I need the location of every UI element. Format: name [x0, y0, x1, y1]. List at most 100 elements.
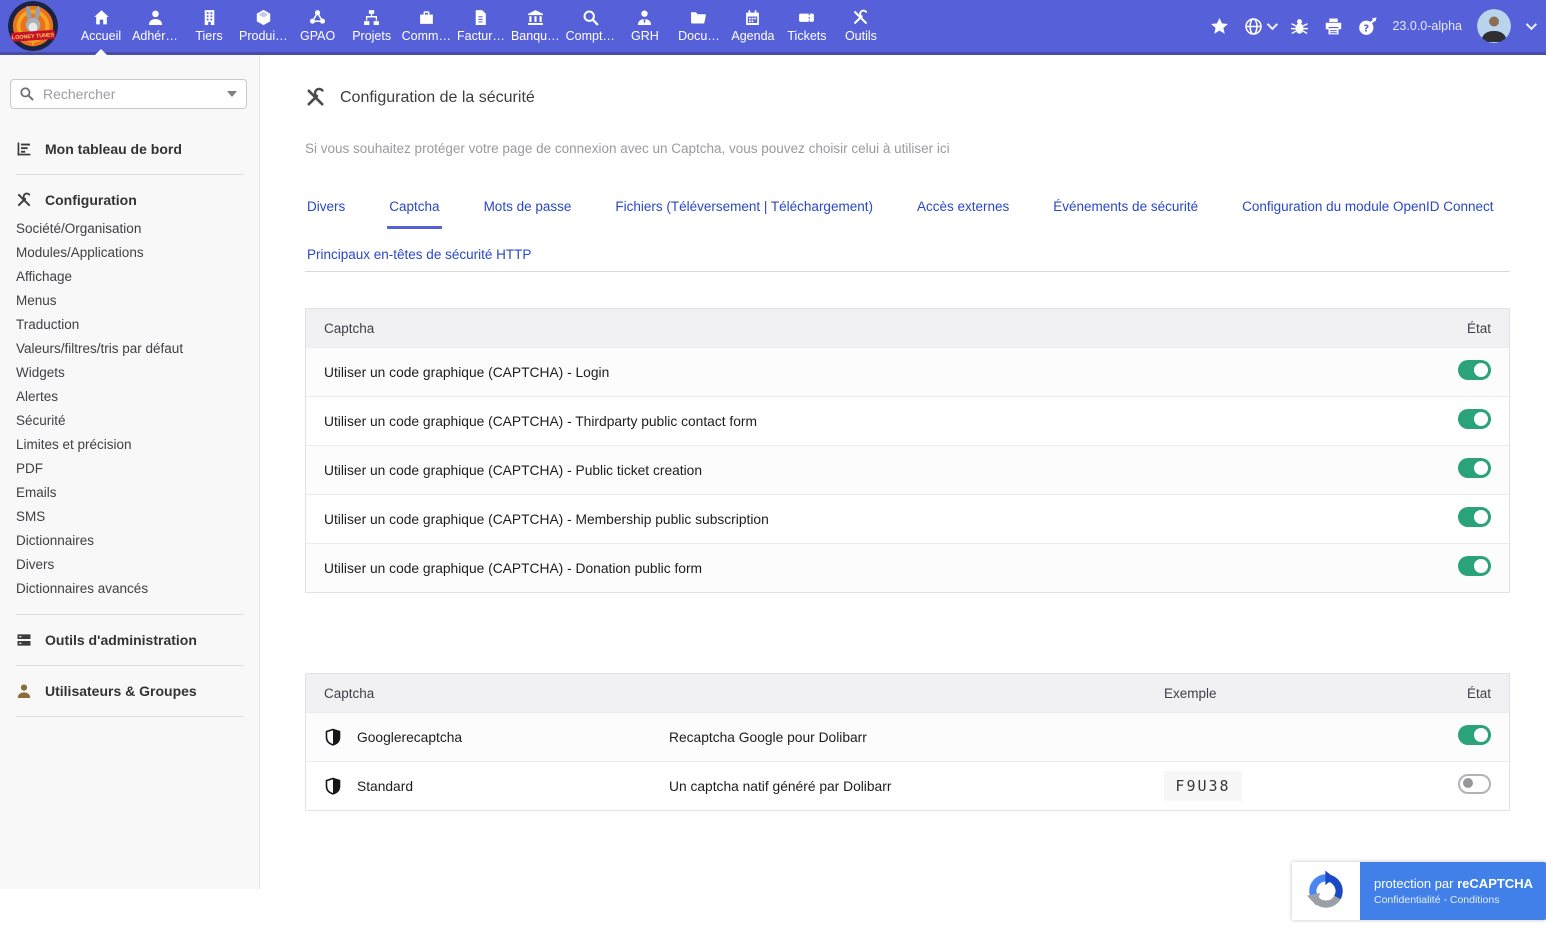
nav-item-gpao[interactable]: GPAO — [291, 0, 345, 52]
security-tabs: Divers Captcha Mots de passe Fichiers (Télé… — [305, 193, 1515, 277]
server-icon — [16, 632, 32, 648]
sidebar-item[interactable]: Menus — [16, 289, 243, 313]
nav-item-label: GRH — [631, 29, 659, 43]
configuration-label: Configuration — [45, 192, 137, 208]
sidebar-item[interactable]: Divers — [16, 553, 243, 577]
nav-item-label: Docu… — [678, 29, 720, 43]
captcha-option-label: Utiliser un code graphique (CAPTCHA) - M… — [324, 511, 769, 527]
table-row: Utiliser un code graphique (CAPTCHA) - T… — [306, 396, 1509, 445]
svg-text:?: ? — [1364, 23, 1370, 34]
nav-item-facturation[interactable]: Factur… — [454, 0, 508, 52]
sidebar-item[interactable]: Emails — [16, 481, 243, 505]
captcha-usage-table: Captcha État Utiliser un code graphique … — [305, 308, 1510, 593]
sitemap-icon — [363, 9, 380, 26]
admin-tools-label: Outils d'administration — [45, 632, 197, 648]
shield-icon — [324, 776, 342, 796]
nav-item-label: Outils — [844, 29, 877, 43]
tab-captcha[interactable]: Captcha — [387, 193, 442, 229]
state-toggle[interactable] — [1458, 555, 1491, 576]
sidebar-item[interactable]: Widgets — [16, 361, 243, 385]
search-icon — [19, 86, 34, 101]
tab-divers[interactable]: Divers — [305, 193, 347, 229]
sidebar-section-users-groups[interactable]: Utilisateurs & Groupes — [16, 679, 243, 703]
configuration-menu-list: Société/Organisation Modules/Applications… — [16, 217, 243, 601]
captcha-example-image: F9U38 — [1164, 771, 1242, 801]
sidebar-divider — [16, 716, 243, 717]
nav-item-commerce[interactable]: Comm… — [399, 0, 454, 52]
debug-bug-icon[interactable] — [1290, 17, 1309, 36]
left-sidebar: Mon tableau de bord Configuration Sociét… — [0, 55, 260, 889]
tab--v-nements-de-s-curit-[interactable]: Événements de sécurité — [1051, 193, 1200, 229]
sidebar-item[interactable]: Dictionnaires avancés — [16, 577, 243, 601]
sidebar-item[interactable]: Traduction — [16, 313, 243, 337]
recaptcha-logo-icon — [1292, 862, 1360, 920]
user-menu-chevron-icon[interactable] — [1525, 18, 1538, 31]
recaptcha-badge: protection par reCAPTCHA Confidentialité… — [1292, 862, 1546, 920]
sidebar-item[interactable]: SMS — [16, 505, 243, 529]
nav-item-documents[interactable]: Docu… — [672, 0, 726, 52]
sidebar-item[interactable]: Société/Organisation — [16, 217, 243, 241]
tab-configuration-du-module-openid-connect[interactable]: Configuration du module OpenID Connect — [1240, 193, 1495, 229]
state-toggle[interactable] — [1458, 408, 1491, 429]
state-toggle[interactable] — [1458, 773, 1491, 794]
captcha-option-label: Utiliser un code graphique (CAPTCHA) - L… — [324, 364, 610, 380]
captcha-providers-table: Captcha Exemple État Googlerecaptcha Reca… — [305, 673, 1510, 811]
language-selector[interactable] — [1244, 17, 1279, 36]
captcha-option-label: Utiliser un code graphique (CAPTCHA) - P… — [324, 462, 703, 478]
sidebar-item[interactable]: Limites et précision — [16, 433, 243, 457]
nav-item-label: Tiers — [195, 29, 223, 43]
nav-item-agenda[interactable]: Agenda — [726, 0, 780, 52]
sidebar-item[interactable]: PDF — [16, 457, 243, 481]
sidebar-item-dashboard[interactable]: Mon tableau de bord — [16, 137, 243, 161]
search-icon — [582, 9, 599, 26]
help-icon[interactable]: ? — [1358, 16, 1378, 36]
usertie-icon — [636, 9, 653, 26]
sidebar-item[interactable]: Affichage — [16, 265, 243, 289]
company-logo[interactable]: LOONEY TUNES — [8, 1, 58, 51]
version-label: 23.0.0-alpha — [1392, 19, 1462, 33]
main-menu: Accueil Adhér… Tiers Produi… GPAO Projets Comm… — [74, 0, 888, 52]
folder-icon — [690, 9, 707, 26]
tab-mots-de-passe[interactable]: Mots de passe — [482, 193, 574, 229]
tab-fichiers-t-l-versement-t-l-chargement-[interactable]: Fichiers (Téléversement | Téléchargement… — [613, 193, 875, 229]
sidebar-search-input[interactable] — [10, 79, 247, 109]
provider-description: Recaptcha Google pour Dolibarr — [669, 729, 867, 745]
tab-acc-s-externes[interactable]: Accès externes — [915, 193, 1011, 229]
search-dropdown-caret-icon[interactable] — [227, 91, 237, 97]
nav-item-comptabilite[interactable]: Compt… — [563, 0, 618, 52]
state-toggle[interactable] — [1458, 457, 1491, 478]
recaptcha-links[interactable]: Confidentialité - Conditions — [1374, 894, 1546, 906]
ticket-icon — [798, 9, 815, 26]
top-navbar: LOONEY TUNES Accueil Adhér… Tiers Produi… GP… — [0, 0, 1546, 55]
print-icon[interactable] — [1324, 17, 1343, 36]
nav-item-produits[interactable]: Produi… — [236, 0, 291, 52]
nav-item-accueil[interactable]: Accueil — [74, 0, 128, 52]
nav-item-tickets[interactable]: Tickets — [780, 0, 834, 52]
nav-item-adherents[interactable]: Adhér… — [128, 0, 182, 52]
nav-item-projets[interactable]: Projets — [345, 0, 399, 52]
nav-item-banques[interactable]: Banqu… — [508, 0, 563, 52]
state-toggle[interactable] — [1458, 506, 1491, 527]
nav-item-outils[interactable]: Outils — [834, 0, 888, 52]
sidebar-section-configuration[interactable]: Configuration — [16, 188, 243, 212]
state-toggle[interactable] — [1458, 359, 1491, 380]
sidebar-divider — [16, 665, 243, 666]
captcha-option-label: Utiliser un code graphique (CAPTCHA) - T… — [324, 413, 757, 429]
nav-item-tiers[interactable]: Tiers — [182, 0, 236, 52]
bookmarks-star-icon[interactable] — [1210, 17, 1229, 36]
sidebar-item[interactable]: Alertes — [16, 385, 243, 409]
provider-name: Googlerecaptcha — [357, 729, 463, 745]
sidebar-item[interactable]: Modules/Applications — [16, 241, 243, 265]
user-avatar[interactable] — [1477, 9, 1511, 43]
sidebar-item[interactable]: Dictionnaires — [16, 529, 243, 553]
sidebar-item[interactable]: Valeurs/filtres/tris par défaut — [16, 337, 243, 361]
nav-item-label: Agenda — [731, 29, 775, 43]
nav-item-label: Tickets — [787, 29, 827, 43]
nav-item-grh[interactable]: GRH — [618, 0, 672, 52]
cube-icon — [255, 9, 272, 26]
sidebar-section-admin-tools[interactable]: Outils d'administration — [16, 628, 243, 652]
globe-icon — [1244, 17, 1263, 36]
tools-icon — [305, 87, 326, 108]
sidebar-item[interactable]: Sécurité — [16, 409, 243, 433]
state-toggle[interactable] — [1458, 724, 1491, 745]
